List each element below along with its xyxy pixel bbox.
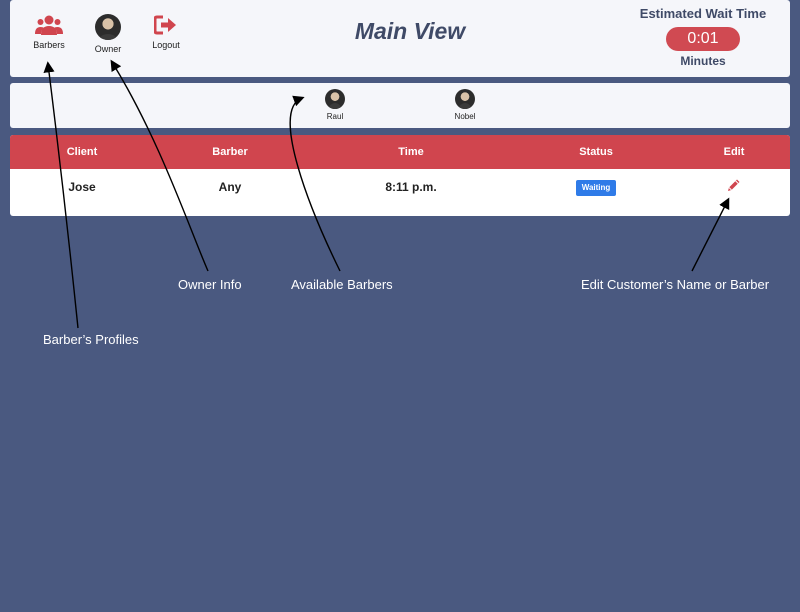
annotation-available-barbers: Available Barbers bbox=[291, 277, 393, 292]
annotation-arrows bbox=[43, 59, 730, 329]
annotation-owner-info: Owner Info bbox=[178, 277, 242, 292]
annotation-edit: Edit Customer’s Name or Barber bbox=[581, 277, 770, 292]
annotation-barber-profiles: Barber’s Profiles bbox=[43, 332, 139, 347]
